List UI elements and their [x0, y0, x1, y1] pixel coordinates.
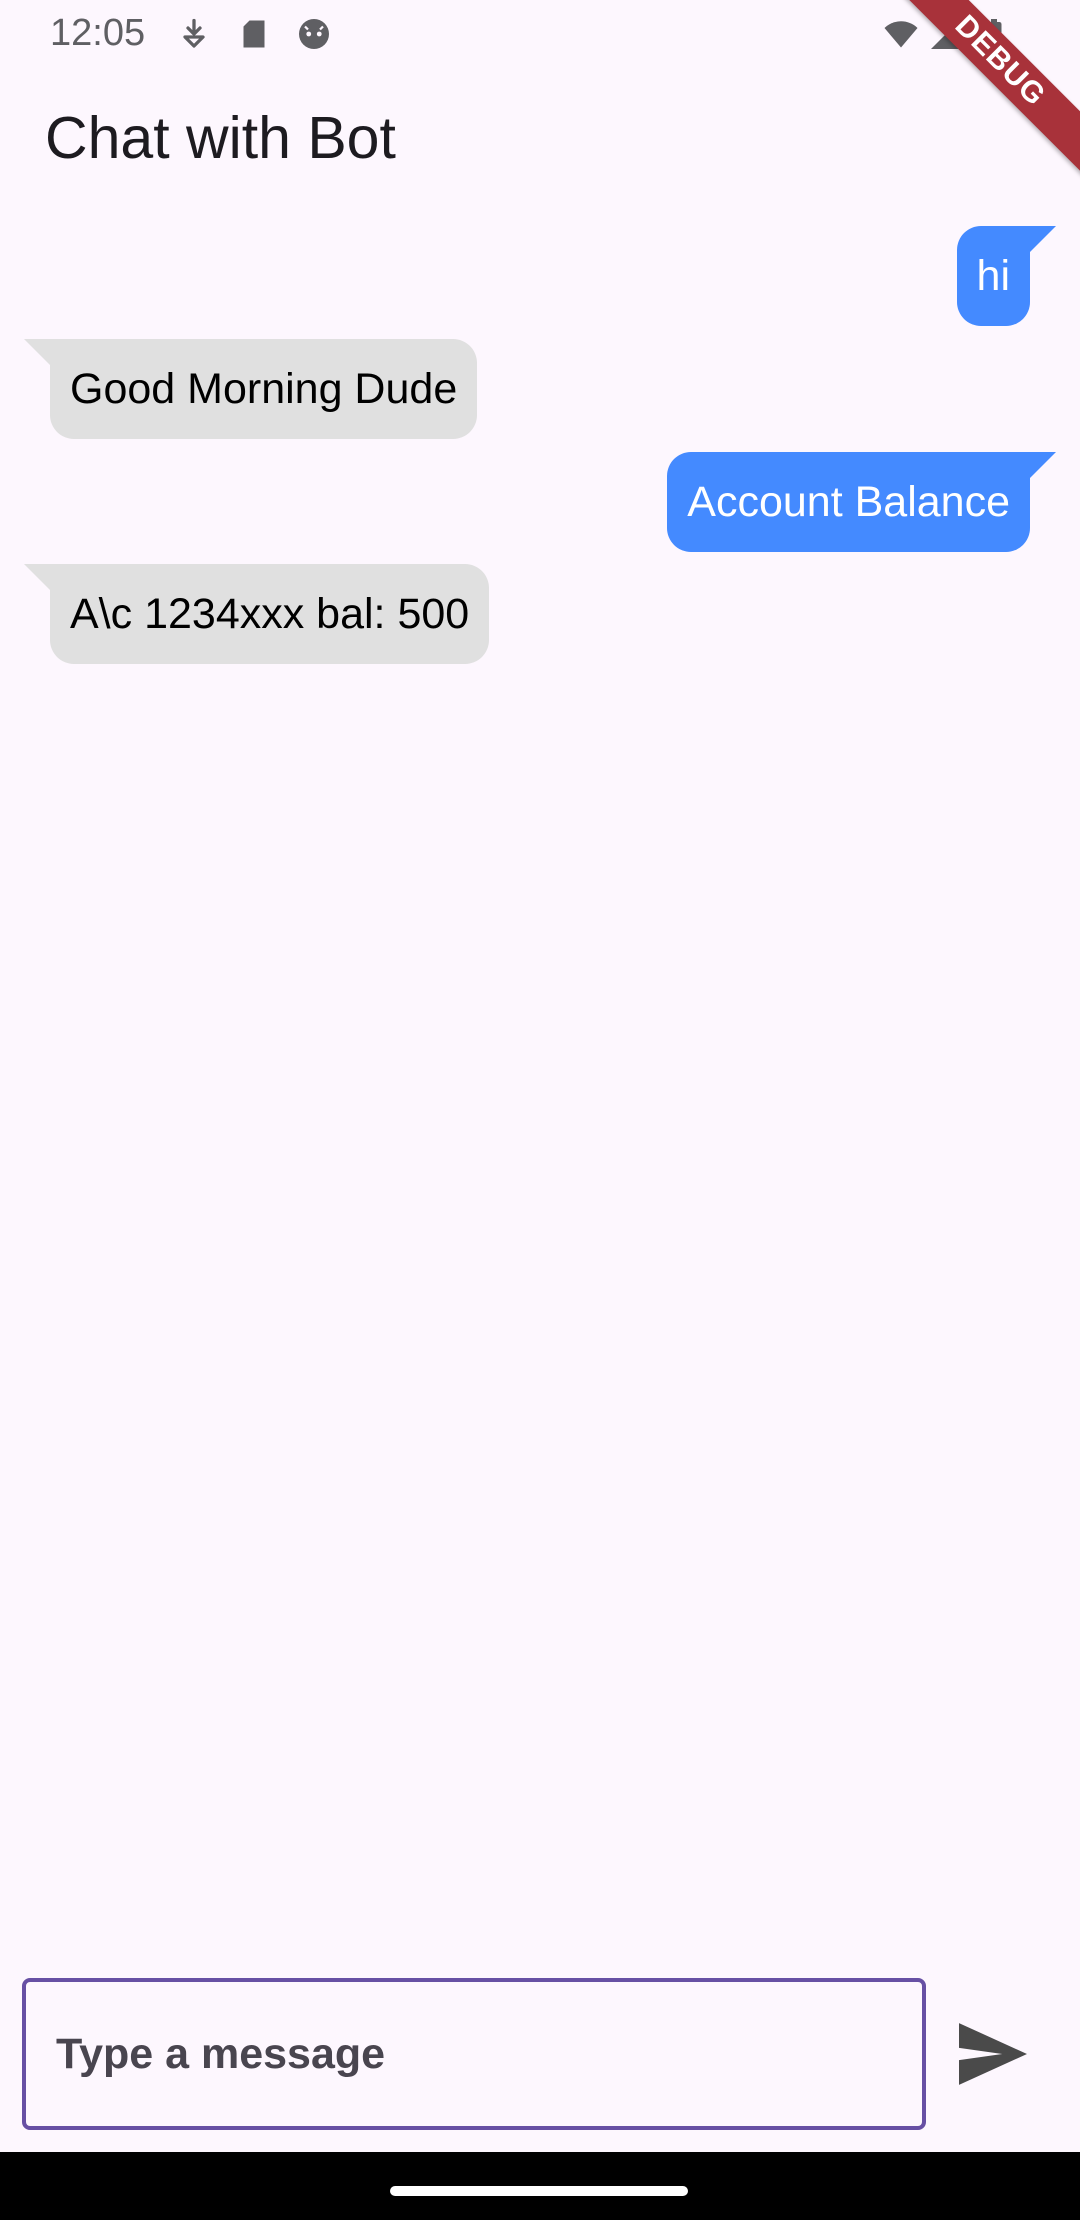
system-nav-bar	[0, 2152, 1080, 2220]
user-message-bubble: hi	[956, 226, 1030, 326]
bot-bubble-tail	[24, 564, 50, 590]
send-icon[interactable]	[955, 2020, 1031, 2088]
message-input-container[interactable]	[22, 1978, 926, 2130]
page-title: Chat with Bot	[45, 105, 396, 171]
wifi-icon	[884, 21, 918, 48]
bot-bubble-tail	[24, 339, 50, 365]
status-bar: 12:05	[0, 0, 1080, 68]
status-time: 12:05	[50, 12, 146, 54]
message-input[interactable]	[56, 1982, 896, 2126]
android-debug-icon	[299, 19, 329, 49]
user-message-bubble: Account Balance	[667, 452, 1030, 552]
download-status-icon	[183, 18, 205, 48]
bot-message-bubble: Good Morning Dude	[50, 339, 478, 439]
home-gesture-handle[interactable]	[390, 2186, 688, 2196]
user-bubble-tail	[1030, 226, 1056, 252]
sd-card-icon	[243, 20, 265, 48]
bot-message-bubble: A\c 1234xxx bal: 500	[50, 564, 490, 664]
user-bubble-tail	[1030, 452, 1056, 478]
